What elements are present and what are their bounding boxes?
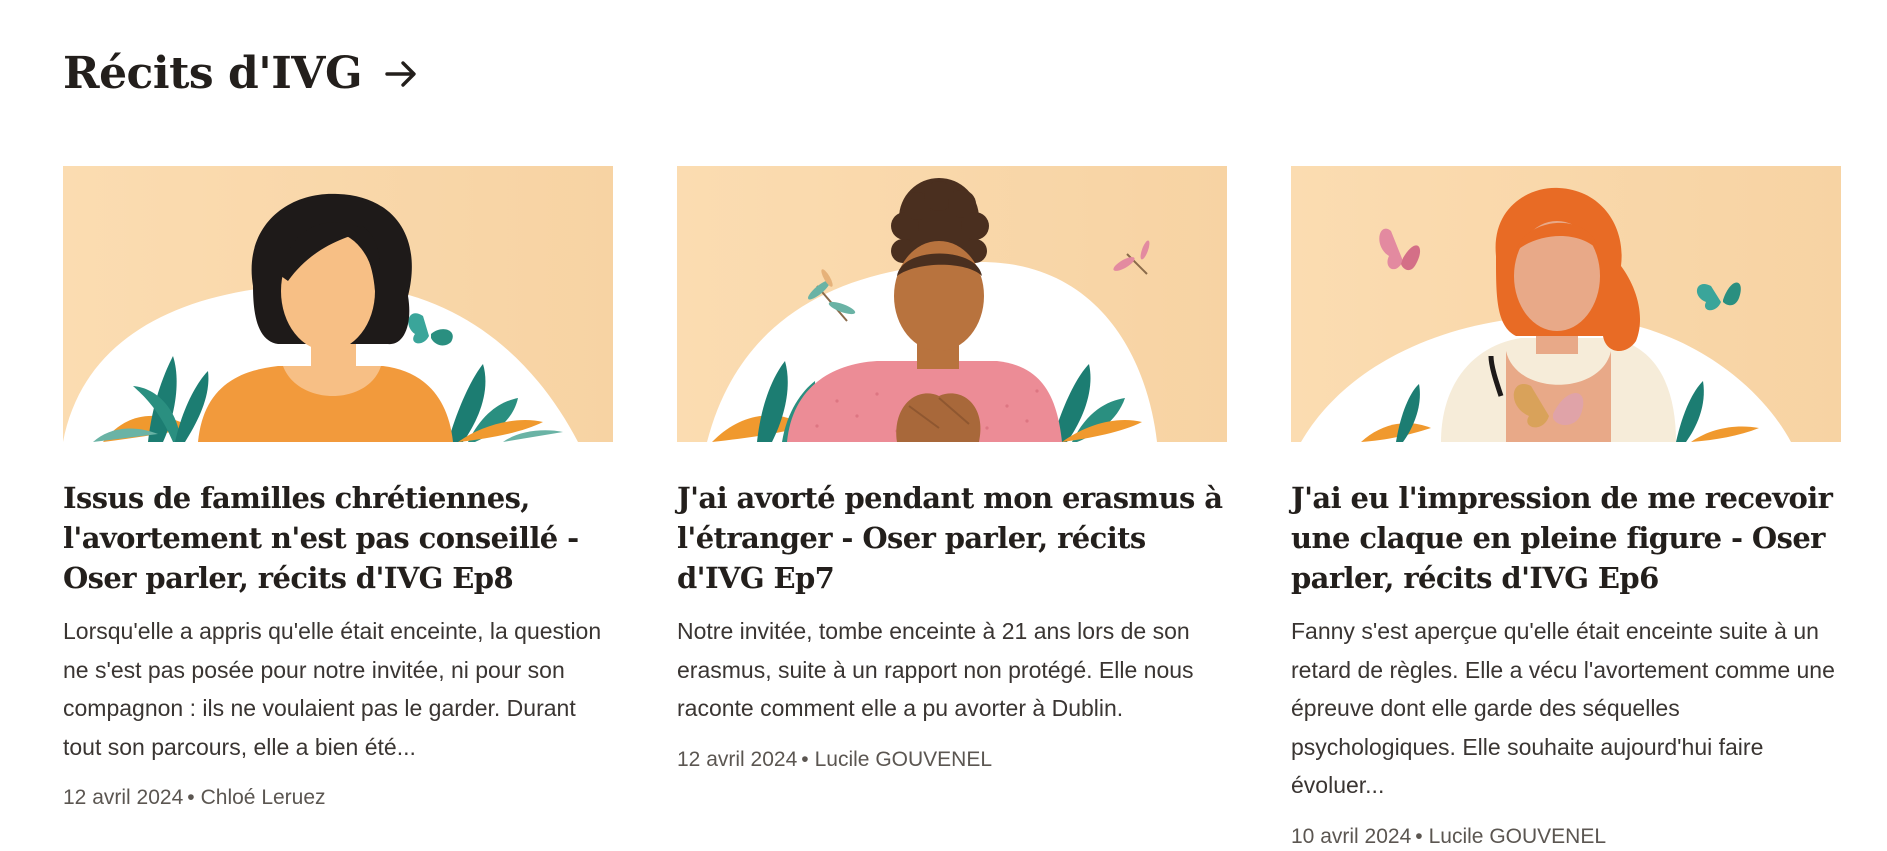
- illustration-woman-curly-hair: [677, 166, 1227, 442]
- article-card[interactable]: J'ai eu l'impression de me recevoir une …: [1291, 166, 1841, 851]
- article-card[interactable]: Issus de familles chrétiennes, l'avortem…: [63, 166, 613, 851]
- article-thumbnail[interactable]: [63, 166, 613, 442]
- article-thumbnail[interactable]: [1291, 166, 1841, 442]
- article-meta: 12 avril 2024 • Chloé Leruez: [63, 784, 613, 812]
- recits-section: Récits d'IVG Issus de familles chrétienn…: [0, 0, 1887, 850]
- article-thumbnail[interactable]: [677, 166, 1227, 442]
- article-title[interactable]: J'ai avorté pendant mon erasmus à l'étra…: [677, 478, 1227, 598]
- article-meta: 12 avril 2024 • Lucile GOUVENEL: [677, 746, 1227, 774]
- arrow-right-icon: [385, 61, 416, 87]
- article-excerpt: Lorsqu'elle a appris qu'elle était encei…: [63, 618, 602, 760]
- article-excerpt: Notre invitée, tombe enceinte à 21 ans l…: [677, 618, 1194, 721]
- illustration-woman-red-hair: [1291, 166, 1841, 442]
- article-card[interactable]: J'ai avorté pendant mon erasmus à l'étra…: [677, 166, 1227, 851]
- section-heading-link[interactable]: Récits d'IVG: [63, 46, 420, 102]
- article-date: 12 avril 2024: [63, 786, 184, 809]
- article-meta: 10 avril 2024 • Lucile GOUVENEL: [1291, 823, 1841, 851]
- illustration-woman-black-hair: [63, 166, 613, 442]
- meta-separator: •: [801, 747, 809, 771]
- article-date: 10 avril 2024: [1291, 824, 1412, 848]
- cards-row: Issus de familles chrétiennes, l'avortem…: [63, 166, 1841, 851]
- article-author[interactable]: Chloé Leruez: [201, 786, 326, 809]
- article-title[interactable]: Issus de familles chrétiennes, l'avortem…: [63, 478, 613, 598]
- article-author[interactable]: Lucile GOUVENEL: [1429, 825, 1606, 848]
- section-title: Récits d'IVG: [63, 48, 363, 99]
- meta-separator: •: [187, 786, 195, 809]
- article-title[interactable]: J'ai eu l'impression de me recevoir une …: [1291, 478, 1841, 598]
- article-date: 12 avril 2024: [677, 747, 798, 771]
- article-author[interactable]: Lucile GOUVENEL: [815, 748, 992, 771]
- article-excerpt: Fanny s'est aperçue qu'elle était encein…: [1291, 618, 1835, 798]
- meta-separator: •: [1415, 824, 1423, 848]
